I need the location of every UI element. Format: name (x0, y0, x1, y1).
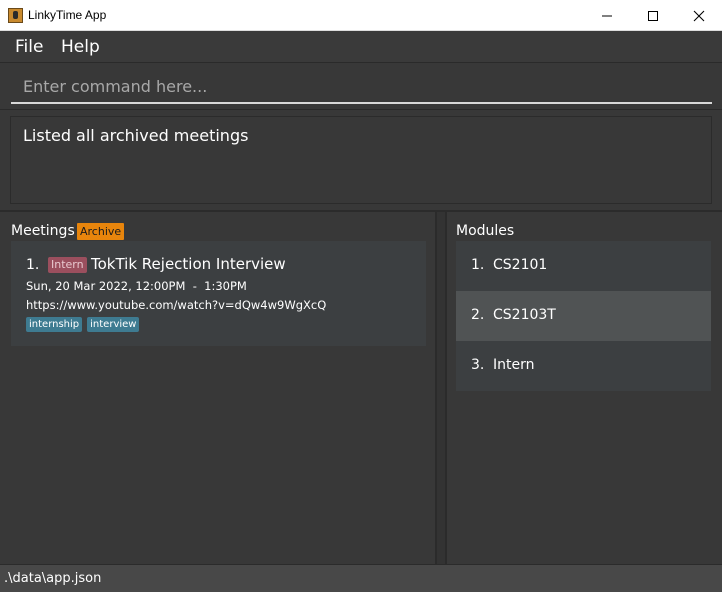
maximize-button[interactable] (630, 0, 676, 31)
close-button[interactable] (676, 0, 722, 31)
module-index: 3. (471, 357, 485, 373)
module-item[interactable]: 3. Intern (456, 341, 711, 391)
result-display: Listed all archived meetings (10, 116, 712, 204)
meeting-index: 1. (26, 257, 40, 273)
modules-list: 1. CS2101 2. CS2103T 3. Intern (456, 241, 711, 391)
close-icon (693, 10, 705, 21)
result-text: Listed all archived meetings (23, 126, 249, 145)
module-item[interactable]: 1. CS2101 (456, 241, 711, 291)
command-box (0, 64, 722, 110)
module-item-selected[interactable]: 2. CS2103T (456, 291, 711, 341)
title-bar: LinkyTime App (0, 0, 722, 31)
meeting-card[interactable]: 1. Intern TokTik Rejection Interview Sun… (11, 241, 426, 346)
meeting-module-tag: Intern (48, 257, 87, 273)
module-name: CS2101 (493, 257, 548, 273)
tag-interview: interview (87, 317, 140, 332)
module-name: Intern (493, 357, 535, 373)
module-index: 1. (471, 257, 485, 273)
app-icon (8, 8, 23, 23)
meetings-panel: Meetings Archive 1. Intern TokTik Reject… (0, 212, 437, 564)
tag-internship: internship (26, 317, 83, 332)
meeting-title: TokTik Rejection Interview (91, 255, 286, 273)
window-title: LinkyTime App (28, 8, 107, 22)
meeting-time: Sun, 20 Mar 2022, 12:00PM - 1:30PM (26, 279, 247, 293)
module-name: CS2103T (493, 307, 556, 323)
modules-panel: Modules 1. CS2101 2. CS2103T 3. Intern (445, 212, 722, 564)
status-bar: .\data\app.json (0, 564, 722, 592)
data-file-path: .\data\app.json (4, 571, 102, 586)
menu-help[interactable]: Help (61, 37, 100, 57)
minimize-button[interactable] (584, 0, 630, 31)
command-input[interactable] (11, 70, 712, 104)
modules-title: Modules (456, 223, 515, 239)
meeting-url: https://www.youtube.com/watch?v=dQw4w9Wg… (26, 298, 327, 312)
menu-bar: File Help (0, 31, 722, 63)
meetings-title: Meetings (11, 223, 75, 239)
archive-badge: Archive (77, 223, 125, 240)
minimize-icon (602, 15, 612, 16)
module-index: 2. (471, 307, 485, 323)
menu-file[interactable]: File (15, 37, 43, 57)
maximize-icon (648, 10, 658, 21)
panel-separator[interactable] (437, 212, 445, 564)
meeting-tags: internship interview (26, 317, 140, 332)
